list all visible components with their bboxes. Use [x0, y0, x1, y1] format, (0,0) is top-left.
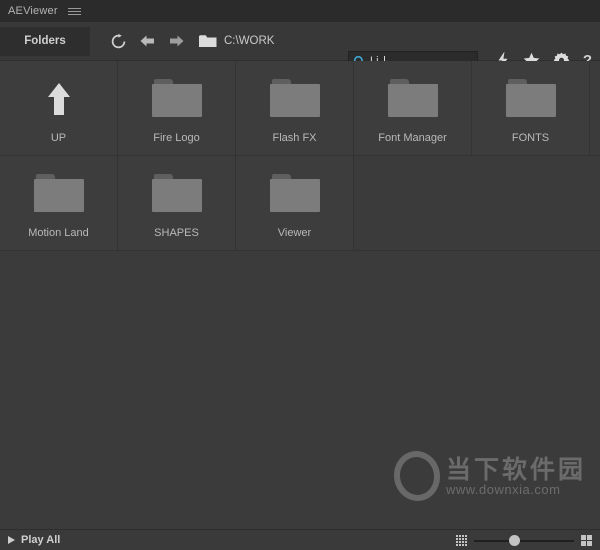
- grid-row: UP Fire Logo Flash FX Font Manager FONTS: [0, 61, 600, 156]
- tile-fonts[interactable]: FONTS: [472, 61, 590, 155]
- play-triangle-icon: [8, 536, 15, 544]
- watermark-url: www.downxia.com: [445, 481, 561, 497]
- folder-grid: UP Fire Logo Flash FX Font Manager FONTS…: [0, 61, 600, 529]
- refresh-icon[interactable]: [110, 33, 127, 50]
- folder-icon: [33, 170, 84, 218]
- watermark-title: 当下软件园: [445, 454, 586, 484]
- play-all-label: Play All: [21, 534, 61, 546]
- grid-row: Motion Land SHAPES Viewer: [0, 156, 600, 251]
- tile-label: Fire Logo: [153, 132, 200, 144]
- arrow-left-icon[interactable]: [139, 34, 156, 48]
- tile-label: Font Manager: [378, 132, 447, 144]
- hamburger-icon[interactable]: [67, 5, 81, 17]
- title-bar: AEViewer: [0, 0, 600, 22]
- watermark-texts: 当下软件园 www.downxia.com: [446, 457, 586, 496]
- tile-label: FONTS: [511, 132, 550, 144]
- current-path: C:\WORK: [224, 35, 275, 47]
- up-arrow-icon: [47, 75, 71, 123]
- app-title: AEViewer: [8, 5, 58, 17]
- tile-shapes[interactable]: SHAPES: [118, 156, 236, 250]
- tile-font-manager[interactable]: Font Manager: [354, 61, 472, 155]
- tile-label: Flash FX: [272, 132, 317, 144]
- tab-folders-label: Folders: [24, 35, 66, 47]
- downxia-ring-logo: [389, 447, 444, 505]
- folder-icon: [505, 75, 556, 123]
- tile-fire-logo[interactable]: Fire Logo: [118, 61, 236, 155]
- folder-icon: [269, 75, 320, 123]
- watermark: 当下软件园 www.downxia.com: [389, 447, 586, 505]
- tile-label: Viewer: [277, 227, 312, 239]
- tile-flash-fx[interactable]: Flash FX: [236, 61, 354, 155]
- slider-track: [473, 539, 574, 542]
- slider-thumb[interactable]: [508, 534, 520, 546]
- play-all-button[interactable]: Play All: [8, 534, 60, 546]
- tile-label: UP: [50, 132, 67, 144]
- grid-small-icon[interactable]: [455, 535, 467, 546]
- tab-folders[interactable]: Folders: [0, 26, 90, 56]
- tile-viewer[interactable]: Viewer: [236, 156, 354, 250]
- arrow-right-icon[interactable]: [168, 34, 185, 48]
- folder-icon: [151, 75, 202, 123]
- tile-up[interactable]: UP: [0, 61, 118, 155]
- thumbnail-size-slider[interactable]: [473, 534, 574, 547]
- grid-large-icon[interactable]: [580, 534, 592, 547]
- thumbnail-size-controls: [455, 530, 592, 550]
- folder-icon: [151, 170, 202, 218]
- main-toolbar: Folders C:\WORK ?: [0, 22, 600, 71]
- tile-motion-land[interactable]: Motion Land: [0, 156, 118, 250]
- application-window: AEViewer Folders C:\WORK ? UP Fire Logo …: [0, 0, 600, 550]
- tile-label: SHAPES: [154, 227, 199, 239]
- navigation-group: [110, 33, 185, 50]
- folder-icon: [387, 75, 438, 123]
- folder-icon: [269, 170, 320, 218]
- folder-icon: [199, 34, 217, 48]
- tile-label: Motion Land: [28, 227, 89, 239]
- status-bar: Play All: [0, 529, 600, 550]
- path-group[interactable]: C:\WORK: [199, 34, 274, 48]
